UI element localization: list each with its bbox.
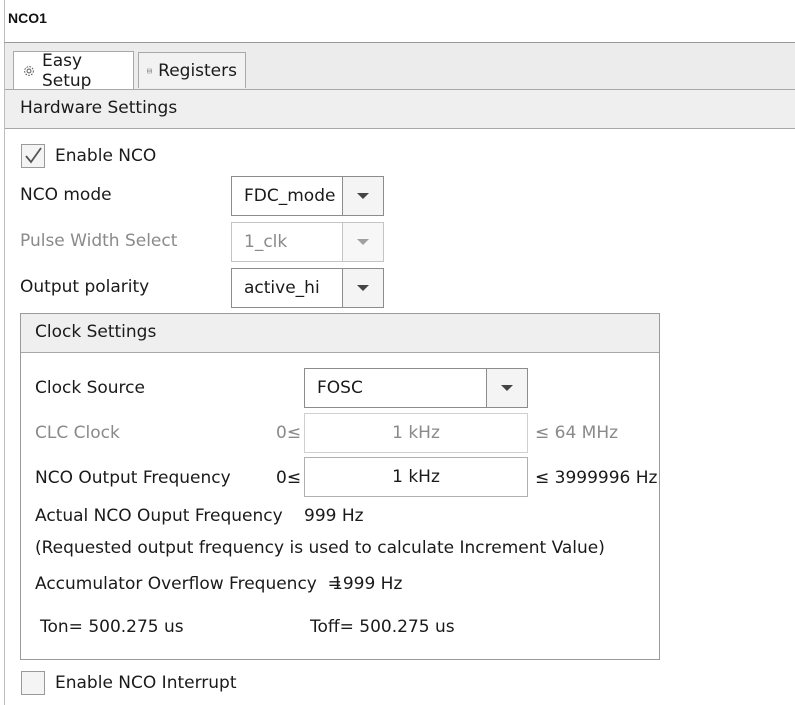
clc-clock-label: CLC Clock: [35, 423, 120, 443]
chevron-down-icon: [357, 193, 369, 199]
pulse-width-select-label: Pulse Width Select: [20, 231, 178, 251]
enable-nco-interrupt-checkbox[interactable]: [21, 671, 45, 695]
nco-output-frequency-max: ≤ 3999996 Hz: [535, 468, 658, 488]
chevron-down-icon: [357, 239, 369, 245]
checkmark-icon: [25, 147, 42, 164]
chevron-down-icon: [501, 385, 513, 391]
clc-clock-max: ≤ 64 MHz: [535, 423, 619, 443]
nco-mode-dropdown[interactable]: FDC_mode: [231, 176, 384, 216]
output-polarity-dropdown[interactable]: active_hi: [231, 268, 384, 308]
clock-source-label: Clock Source: [35, 378, 145, 398]
nco-output-frequency-input[interactable]: 1 kHz: [304, 457, 528, 497]
overflow-frequency-value: 1999 Hz: [332, 574, 403, 594]
overflow-frequency-label: Accumulator Overflow Frequency =: [35, 574, 342, 594]
output-polarity-dropdown-button[interactable]: [342, 269, 383, 307]
clock-source-dropdown-button[interactable]: [486, 369, 527, 407]
nco-mode-value: FDC_mode: [244, 186, 336, 206]
hardware-settings-header[interactable]: Hardware Settings: [5, 89, 795, 129]
pulse-width-dropdown-button: [342, 223, 383, 261]
clock-source-dropdown[interactable]: FOSC: [304, 368, 528, 408]
clock-settings-title: Clock Settings: [35, 322, 157, 342]
clock-settings-header[interactable]: Clock Settings: [21, 314, 659, 353]
actual-frequency-label: Actual NCO Ouput Frequency: [35, 506, 283, 526]
nco-output-frequency-label: NCO Output Frequency: [35, 468, 231, 488]
pulse-width-select-dropdown: 1_clk: [231, 222, 384, 262]
tab-easy-setup-label: Easy Setup: [41, 50, 92, 91]
nco-output-frequency-min: 0≤: [276, 468, 302, 488]
toff-value: Toff= 500.275 us: [310, 617, 455, 637]
clc-clock-field: 1 kHz: [304, 413, 528, 453]
clock-source-value: FOSC: [317, 378, 363, 398]
chevron-down-icon: [357, 285, 369, 291]
enable-nco-checkbox[interactable]: [21, 144, 45, 168]
clc-clock-min: 0≤: [276, 423, 302, 443]
nco-mode-label: NCO mode: [20, 185, 112, 205]
gear-icon: [24, 65, 34, 76]
tab-registers-label: Registers: [158, 60, 237, 81]
hardware-settings-title: Hardware Settings: [20, 98, 178, 118]
output-polarity-label: Output polarity: [20, 277, 150, 297]
enable-nco-label: Enable NCO: [55, 146, 157, 166]
nco-mode-dropdown-button[interactable]: [342, 177, 383, 215]
enable-nco-interrupt-label: Enable NCO Interrupt: [55, 673, 237, 693]
output-polarity-value: active_hi: [244, 278, 320, 298]
list-icon: [147, 68, 152, 73]
increment-note: (Requested output frequency is used to c…: [35, 538, 605, 558]
window-title: NCO1: [8, 10, 47, 26]
actual-frequency-value: 999 Hz: [304, 506, 364, 526]
tab-registers[interactable]: Registers: [138, 52, 246, 88]
pulse-width-select-value: 1_clk: [244, 232, 288, 252]
tab-easy-setup[interactable]: Easy Setup: [13, 50, 134, 91]
ton-value: Ton= 500.275 us: [40, 617, 184, 637]
